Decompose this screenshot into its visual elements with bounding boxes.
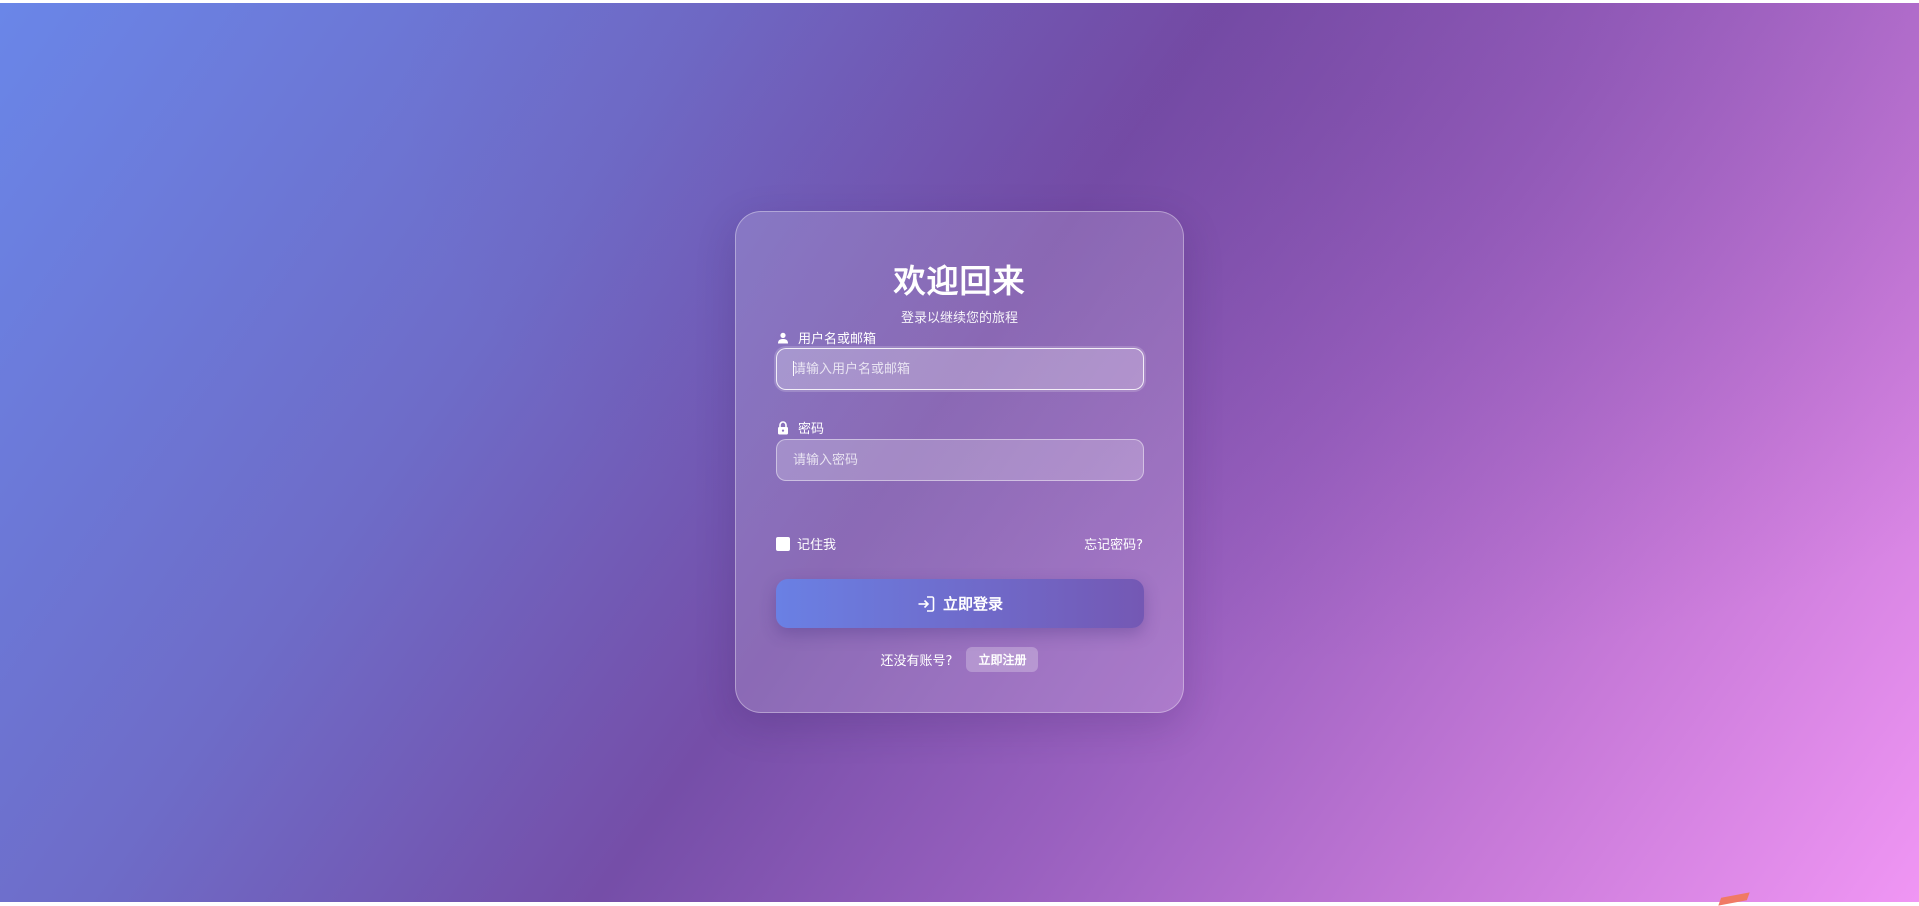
signup-row: 还没有账号? 立即注册: [736, 647, 1183, 672]
login-card: 欢迎回来 登录以继续您的旅程 用户名或邮箱 密码 记住我 忘记密码?: [735, 211, 1184, 713]
password-input[interactable]: [776, 439, 1144, 481]
user-icon: [776, 331, 790, 345]
password-label-text: 密码: [798, 422, 825, 437]
remember-checkbox[interactable]: [776, 536, 790, 551]
login-subtitle: 登录以继续您的旅程: [900, 311, 1018, 326]
login-icon: [917, 595, 935, 612]
login-title: 欢迎回来: [893, 262, 1026, 300]
remember-me[interactable]: 记住我: [776, 534, 836, 553]
login-button-label: 立即登录: [942, 595, 1003, 613]
signup-button[interactable]: 立即注册: [966, 647, 1039, 672]
forgot-password-link[interactable]: 忘记密码?: [1084, 534, 1143, 553]
username-label-text: 用户名或邮箱: [798, 332, 877, 347]
username-label: 用户名或邮箱: [776, 328, 876, 347]
signup-prompt: 还没有账号?: [880, 654, 953, 669]
lock-icon: [776, 420, 790, 435]
text-caret: [793, 361, 794, 376]
username-input[interactable]: [776, 348, 1144, 390]
password-label: 密码: [776, 418, 824, 437]
login-button[interactable]: 立即登录: [776, 579, 1144, 628]
remember-label: 记住我: [797, 538, 837, 553]
